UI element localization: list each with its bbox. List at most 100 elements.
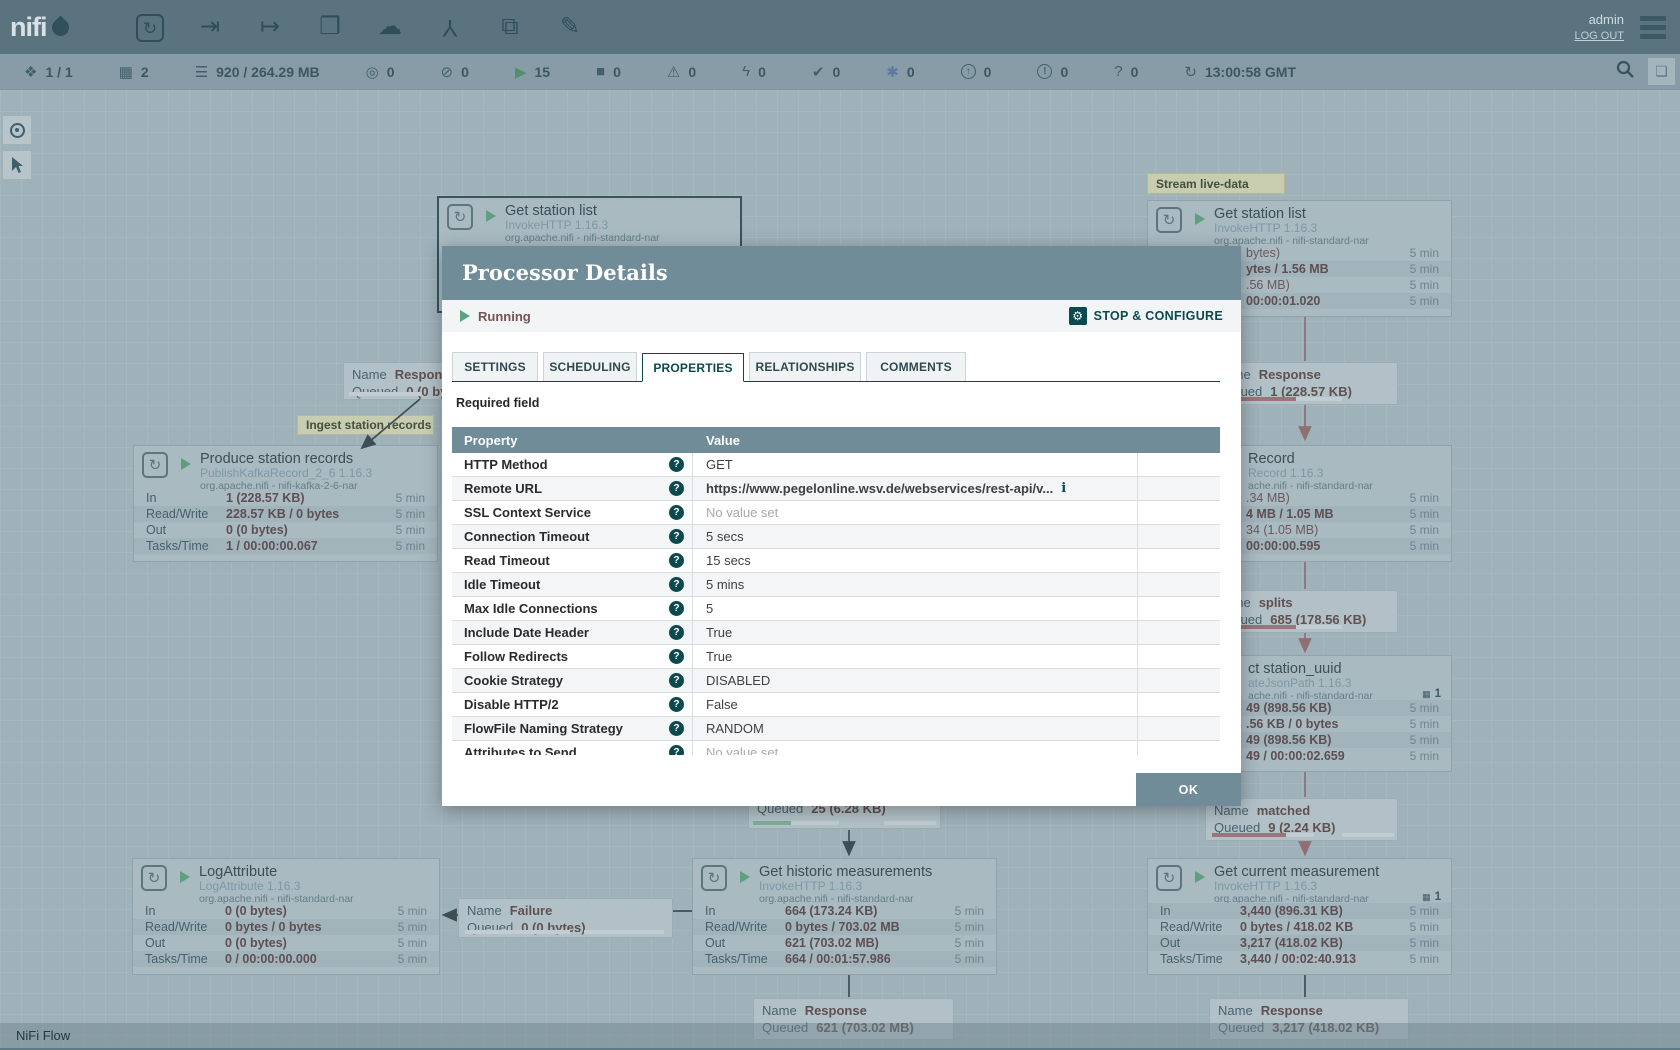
processor-stat-row: Tasks/Time1 / 00:00:00.0675 min [134,538,437,554]
properties-table-header: Property Value [452,427,1220,453]
tab-settings[interactable]: SETTINGS [452,352,538,381]
help-icon[interactable]: ? [669,481,684,496]
property-value[interactable]: 5 secs [692,525,1137,548]
refresh-status[interactable]: ↻ 13:00:58 GMT [1184,63,1296,81]
property-value[interactable]: https://www.pegelonline.wsv.de/webservic… [692,477,1137,500]
property-value[interactable]: DISABLED [692,669,1137,692]
stat-window: 5 min [955,952,984,966]
processor-stat-row: In0 (0 bytes)5 min [133,903,439,919]
stat-value: 228.57 KB / 0 bytes [226,507,396,521]
property-value[interactable]: True [692,621,1137,644]
stat-window: 5 min [1410,523,1439,537]
property-value[interactable]: No value set [692,501,1137,524]
property-value[interactable]: False [692,693,1137,716]
status-asterisk-count: 0 [907,64,915,80]
tab-scheduling[interactable]: SCHEDULING [543,352,637,381]
name-value: Response [1261,1003,1323,1018]
navigate-palette-button[interactable] [2,115,32,145]
info-icon[interactable]: i [1061,481,1066,496]
stat-window: 5 min [396,491,425,505]
stat-window: 5 min [396,507,425,521]
canvas-label-l1[interactable]: Ingest station records [297,415,434,435]
stat-window: 5 min [396,539,425,553]
property-actions [1137,669,1220,692]
stat-window: 5 min [1410,701,1439,715]
operate-palette-button[interactable] [2,150,32,180]
tab-properties[interactable]: PROPERTIES [642,353,744,382]
app-header: nifi ↻⇥↦❐☁Y⧉✎ admin LOG OUT [0,0,1680,54]
panel-toggle-button[interactable]: ❏ [1648,58,1675,85]
process-group-icon[interactable]: ❐ [309,10,351,44]
processor-p3[interactable]: ↻Produce station recordsPublishKafkaReco… [133,445,438,562]
status-question: ?0 [1114,63,1138,80]
stat-value-fragment: .56 MB) [1246,278,1290,292]
processor-type: Record 1.16.3 [1248,467,1373,480]
help-icon[interactable]: ? [669,529,684,544]
processor-stat-row: In664 (173.24 KB)5 min [693,903,996,919]
help-icon[interactable]: ? [669,721,684,736]
property-value[interactable]: 5 [692,597,1137,620]
input-port-icon[interactable]: ⇥ [189,10,231,44]
processor-p8[interactable]: ↻Get current measurementInvokeHTTP 1.16.… [1147,858,1452,975]
property-value[interactable]: RANDOM [692,717,1137,740]
property-row: SSL Context Service?No value set [452,501,1220,525]
processor-stat-row: Read/Write0 bytes / 0 bytes5 min [133,919,439,935]
connection-label-c2[interactable]: NameFailureQueued0 (0 bytes) [458,898,673,938]
processor-icon[interactable]: ↻ [129,10,171,44]
processor-stat-row: In3,440 (896.31 KB)5 min [1148,903,1451,919]
label-icon[interactable]: ✎ [549,10,591,44]
ok-button[interactable]: OK [1136,773,1241,806]
property-row: Read Timeout?15 secs [452,549,1220,573]
remote-process-group-icon[interactable]: ☁ [369,10,411,44]
property-actions [1137,597,1220,620]
property-value[interactable]: True [692,645,1137,668]
processor-p4[interactable]: ↻LogAttributeLogAttribute 1.16.3org.apac… [132,858,440,975]
help-icon[interactable]: ? [669,625,684,640]
processor-header: ↻Produce station recordsPublishKafkaReco… [134,446,437,490]
breadcrumb-root[interactable]: NiFi Flow [16,1028,70,1043]
logout-link[interactable]: LOG OUT [1574,30,1624,42]
processor-type: InvokeHTTP 1.16.3 [505,219,660,232]
processor-p5[interactable]: ↻Get historic measurementsInvokeHTTP 1.1… [692,858,997,975]
property-name: Read Timeout? [452,549,692,572]
global-menu-icon[interactable] [1640,16,1666,39]
funnel-icon[interactable]: Y [429,10,471,44]
connection-name-row: Namesplits [1216,594,1389,611]
template-icon[interactable]: ⧉ [489,10,531,44]
run-triangle-icon [181,458,191,470]
property-value[interactable]: 5 mins [692,573,1137,596]
value-column-header: Value [692,433,740,448]
help-icon[interactable]: ? [669,697,684,712]
stat-value: 1 / 00:00:00.067 [226,539,396,553]
property-value[interactable]: 15 secs [692,549,1137,572]
help-icon[interactable]: ? [669,673,684,688]
property-value[interactable]: GET [692,453,1137,476]
tab-relationships[interactable]: RELATIONSHIPS [749,352,861,381]
help-icon[interactable]: ? [669,601,684,616]
canvas-label-l2[interactable]: Stream live-data [1147,173,1285,194]
search-icon[interactable] [1616,60,1634,83]
status-no-entry-count: 0 [461,64,469,80]
help-icon[interactable]: ? [669,553,684,568]
property-name: Connection Timeout? [452,525,692,548]
status-stop: ■0 [596,63,621,80]
stat-value: 664 / 00:01:57.986 [785,952,955,966]
dialog-tabs: SETTINGSSCHEDULINGPROPERTIESRELATIONSHIP… [452,352,1220,382]
name-label: Name [1218,1003,1253,1018]
help-icon[interactable]: ? [669,577,684,592]
processor-name: Get station list [1214,207,1369,222]
help-icon[interactable]: ? [669,505,684,520]
processor-header: ↻LogAttributeLogAttribute 1.16.3org.apac… [133,859,439,903]
help-icon[interactable]: ? [669,649,684,664]
stop-and-configure-button[interactable]: ⚙ STOP & CONFIGURE [1069,307,1223,325]
status-list: ☰920 / 264.29 MB [195,63,320,81]
nifi-application: nifi ↻⇥↦❐☁Y⧉✎ admin LOG OUT ❖1 / 1▦2☰920… [0,0,1680,1050]
property-name: Idle Timeout? [452,573,692,596]
refresh-icon[interactable]: ↻ [1184,63,1197,81]
help-icon[interactable]: ? [669,745,684,755]
tab-comments[interactable]: COMMENTS [866,352,966,381]
processor-stat-row: Tasks/Time3,440 / 00:02:40.9135 min [1148,951,1451,967]
output-port-icon[interactable]: ↦ [249,10,291,44]
property-value[interactable]: No value set [692,741,1137,755]
help-icon[interactable]: ? [669,457,684,472]
